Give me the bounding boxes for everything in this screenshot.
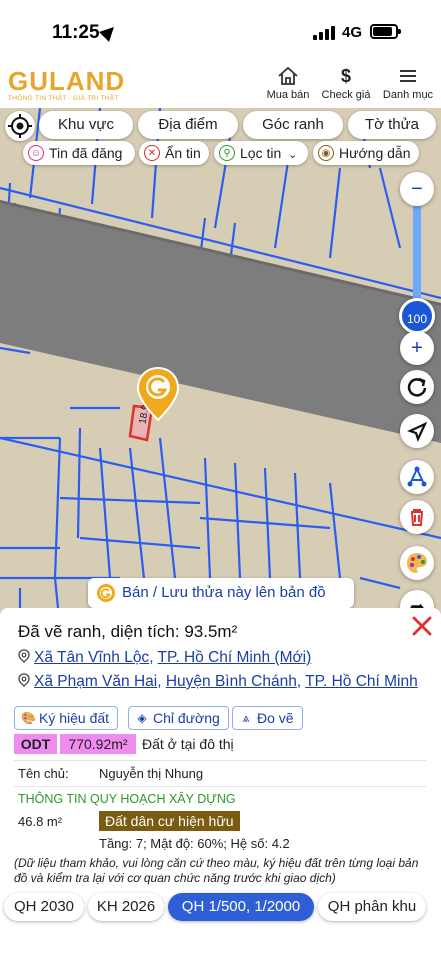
address-separator: , — [296, 673, 306, 690]
menu-icon — [400, 70, 416, 82]
delete-button[interactable] — [400, 500, 434, 534]
land-symbol-label: Ký hiệu đất — [39, 710, 110, 726]
hide-listings-label: Ẩn tin — [165, 145, 201, 161]
locate-me-button[interactable] — [5, 111, 35, 141]
city-new-link[interactable]: TP. Hồ Chí Minh (Mới) — [158, 649, 312, 666]
location-arrow-icon — [99, 22, 119, 42]
filter-icon: ⚲ — [219, 145, 235, 161]
tab-qh-1-500[interactable]: QH 1/500, 1/2000 — [168, 893, 314, 921]
sell-save-plot-banner[interactable]: Bán / Lưu thửa này lên bản đồ — [88, 578, 354, 608]
owner-value: Nguyễn thị Nhung — [99, 766, 204, 781]
map-layer-color-button[interactable] — [400, 546, 434, 580]
buy-sell-button[interactable]: Mua bán — [265, 66, 311, 101]
guland-map-marker-icon[interactable] — [136, 366, 180, 422]
district-old-link[interactable]: Huyện Bình Chánh — [166, 673, 297, 690]
palette-icon — [407, 553, 427, 573]
address-separator: , — [149, 649, 158, 666]
land-use-description: Đất ở tại đô thị — [142, 736, 234, 752]
signal-icon — [313, 26, 337, 40]
zoom-level-handle[interactable]: 100 — [399, 298, 435, 334]
address-separator: , — [157, 673, 166, 690]
disclaimer-note: (Dữ liệu tham khảo, vui lòng căn cứ theo… — [14, 856, 419, 885]
draw-polygon-icon — [407, 466, 427, 487]
menu-button[interactable]: Danh mục — [382, 66, 434, 101]
land-use-area: 770.92m² — [60, 734, 136, 754]
posted-listings-chip[interactable]: ☺ Tin đã đăng — [23, 141, 135, 165]
network-type: 4G — [342, 24, 363, 41]
plot-info-title: Đã vẽ ranh, diện tích: 93.5m² — [18, 622, 238, 641]
directions-icon: ◈ — [137, 711, 147, 725]
guide-label: Hướng dẫn — [339, 145, 411, 161]
measure-label: Đo vẽ — [257, 710, 294, 726]
posted-icon: ☺ — [28, 145, 44, 161]
navigation-arrow-icon — [407, 421, 428, 442]
crosshair-icon — [8, 114, 32, 138]
navigate-button[interactable] — [400, 414, 434, 448]
hide-listings-chip[interactable]: ✕ Ẩn tin — [139, 141, 209, 165]
guland-mini-logo-icon — [97, 584, 115, 602]
owner-label: Tên chủ: — [18, 766, 69, 781]
plus-icon: + — [411, 337, 423, 359]
location-pin-icon — [18, 673, 30, 687]
place-button[interactable]: Địa điểm — [138, 111, 238, 139]
address-old: Xã Phạm Văn Hai, Huyện Bình Chánh, TP. H… — [18, 673, 418, 691]
city-old-link[interactable]: TP. Hồ Chí Minh — [305, 673, 418, 690]
area-button[interactable]: Khu vực — [39, 111, 133, 139]
logo-text: GULAND — [8, 66, 126, 96]
status-time: 11:25 — [52, 22, 100, 43]
ward-new-link[interactable]: Xã Tân Vĩnh Lộc — [34, 649, 149, 666]
filter-listings-chip[interactable]: ⚲ Lọc tin ⌄ — [214, 141, 308, 165]
land-symbol-button[interactable]: 🎨 Ký hiệu đất — [14, 706, 119, 730]
corner-button[interactable]: Góc ranh — [243, 111, 343, 139]
hide-icon: ✕ — [144, 145, 160, 161]
check-price-label: Check giá — [321, 89, 371, 101]
menu-label: Danh mục — [382, 89, 434, 101]
divider — [14, 786, 426, 787]
zoom-out-button[interactable]: − — [400, 172, 434, 206]
dollar-icon: $ — [340, 66, 351, 86]
sell-save-plot-label: Bán / Lưu thửa này lên bản đồ — [122, 584, 326, 601]
trash-icon — [411, 509, 423, 526]
draw-tool-button[interactable] — [400, 460, 434, 494]
land-use-code: ODT — [14, 734, 57, 754]
refresh-icon — [407, 377, 427, 397]
minus-icon: − — [411, 178, 423, 200]
planning-tabs-bar: QH 2030 KH 2026 QH 1/500, 1/2000 QH phân… — [0, 890, 441, 960]
palette-icon: 🎨 — [21, 711, 36, 725]
plot-info-card: Đã vẽ ranh, diện tích: 93.5m² Xã Tân Vĩn… — [0, 608, 441, 890]
zone-area: 46.8 m² — [18, 814, 63, 829]
check-price-button[interactable]: $ Check giá — [320, 66, 372, 101]
app-header: GULAND THÔNG TIN THẬT · GIÁ TRỊ THẬT Mua… — [0, 62, 441, 108]
guide-chip[interactable]: ◉ Hướng dẫn — [313, 141, 419, 165]
tab-qh-phan-khu[interactable]: QH phân khu — [318, 893, 426, 921]
planning-section-title: THÔNG TIN QUY HOẠCH XÂY DỰNG — [18, 792, 236, 806]
zoom-in-button[interactable]: + — [400, 331, 434, 365]
guland-logo[interactable]: GULAND THÔNG TIN THẬT · GIÁ TRỊ THẬT — [8, 68, 126, 104]
posted-listings-label: Tin đã đăng — [49, 145, 123, 161]
zoom-slider-track[interactable] — [413, 203, 421, 313]
address-new: Xã Tân Vĩnh Lộc, TP. Hồ Chí Minh (Mới) — [18, 649, 311, 667]
battery-icon — [370, 24, 401, 39]
zone-parameters: Tầng: 7; Mật độ: 60%; Hệ số: 4.2 — [99, 836, 290, 851]
location-pin-icon — [18, 649, 30, 663]
chevron-down-icon: ⌄ — [288, 149, 298, 161]
measure-button[interactable]: ⩓ Đo vẽ — [232, 706, 303, 730]
status-bar: 11:25 4G — [0, 0, 441, 62]
tab-kh-2026[interactable]: KH 2026 — [88, 893, 164, 921]
directions-button[interactable]: ◈ Chỉ đường — [128, 706, 229, 730]
tab-qh-2030[interactable]: QH 2030 — [4, 893, 84, 921]
house-icon — [278, 66, 298, 85]
logo-tagline: THÔNG TIN THẬT · GIÁ TRỊ THẬT — [8, 95, 119, 102]
measure-icon: ⩓ — [242, 711, 250, 725]
ward-old-link[interactable]: Xã Phạm Văn Hai — [34, 673, 157, 690]
close-icon[interactable] — [410, 614, 434, 638]
directions-label: Chỉ đường — [153, 710, 220, 726]
guide-icon: ◉ — [318, 145, 334, 161]
zone-type-tag: Đất dân cư hiện hữu — [99, 811, 240, 831]
buy-sell-label: Mua bán — [266, 89, 310, 101]
filter-listings-label: Lọc tin — [240, 145, 282, 161]
divider — [14, 760, 426, 761]
refresh-button[interactable] — [400, 370, 434, 404]
sheet-plot-button[interactable]: Tờ thửa — [348, 111, 436, 139]
